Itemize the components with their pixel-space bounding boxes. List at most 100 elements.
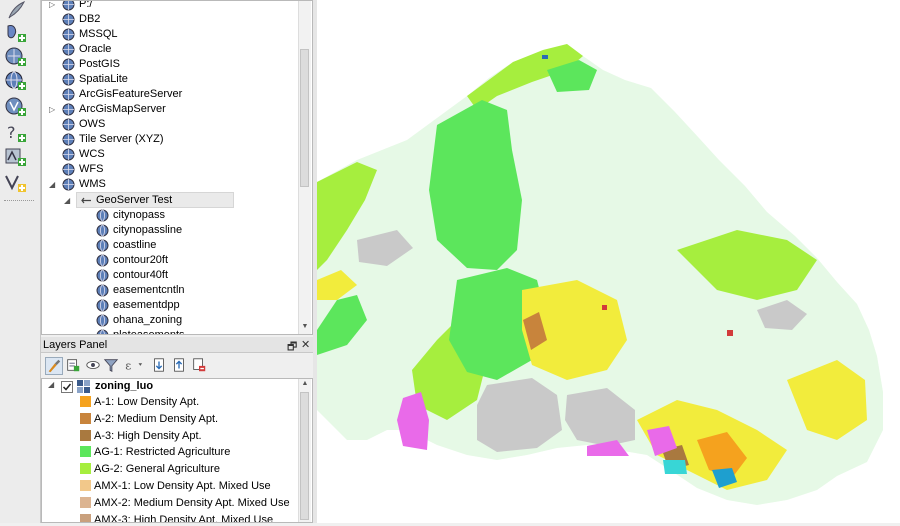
globe-icon (62, 133, 75, 146)
browser-item-label: WFS (79, 163, 104, 175)
add-group-button[interactable] (65, 357, 83, 375)
wms-globe-icon (96, 314, 109, 327)
legend-label: AMX-3: High Density Apt. Mixed Use (94, 513, 274, 523)
ows-icon (62, 118, 75, 131)
layer-name[interactable]: zoning_luo (95, 380, 153, 392)
browser-item-label: WMS (79, 178, 106, 190)
add-wfs-layer-button[interactable] (4, 96, 34, 120)
feather-icon (8, 1, 26, 19)
legend-label: A-1: Low Density Apt. (94, 396, 200, 408)
layers-panel-title: Layers Panel (43, 339, 108, 351)
legend-swatch (80, 463, 91, 475)
paintbrush-icon (48, 359, 61, 373)
legend-swatch (80, 446, 91, 458)
mssql-icon (62, 28, 75, 41)
legend-swatch (80, 412, 91, 424)
add-virtual-layer-button[interactable]: ? (4, 122, 34, 146)
wms-layer-label: easementdpp (113, 299, 180, 311)
legend-label: AG-1: Restricted Agriculture (94, 446, 231, 459)
wms-globe-icon (96, 329, 109, 334)
layers-tree: ◢ zoning_luo A-1: Low Density Apt. A-2: M… (41, 378, 313, 523)
wms-globe-icon (96, 239, 109, 252)
map-canvas[interactable] (317, 0, 900, 523)
filter-expression-button[interactable]: ε (123, 357, 149, 375)
layer-visibility-checkbox[interactable] (61, 381, 73, 393)
layers-group-icon (67, 359, 80, 372)
browser-item-label: Tile Server (XYZ) (79, 133, 164, 145)
toolbar-separator (4, 200, 34, 201)
tree-expander-icon[interactable]: ◢ (49, 177, 57, 192)
browser-item-label: Oracle (79, 43, 112, 55)
browser-panel: ▷ P:/ DB2 MSSQL Oracle PostGIS SpatiaLite ArcGi… (41, 0, 313, 335)
postgis-icon (62, 58, 75, 71)
add-postgis-layer-button[interactable] (4, 46, 34, 70)
remove-layer-icon (193, 358, 206, 372)
browser-item-label: ArcGisMapServer (79, 103, 166, 115)
layer-expander-icon[interactable]: ◢ (48, 380, 54, 389)
eye-icon (86, 361, 100, 369)
browser-item-label: ArcGisFeatureServer (79, 88, 183, 100)
browser-item-label: MSSQL (79, 28, 118, 40)
wfs-plus-icon (5, 97, 26, 116)
add-delimited-text-button[interactable] (4, 0, 34, 24)
spatialite-plus-icon (7, 25, 26, 42)
collapse-all-icon (174, 358, 184, 372)
layers-scroll-thumb[interactable] (300, 392, 309, 520)
filter-legend-button[interactable] (103, 357, 121, 375)
remove-layer-button[interactable] (191, 357, 209, 375)
expand-all-button[interactable] (151, 357, 169, 375)
filter-funnel-icon (103, 359, 119, 372)
wms-globe-icon (96, 269, 109, 282)
wms-layer-label: citynopass (113, 209, 165, 221)
oahu-zoning-map[interactable] (317, 0, 900, 523)
polygon-layer-icon (77, 380, 90, 396)
wms-layer-label: citynopassline (113, 224, 183, 236)
browser-item-label: P:/ (79, 0, 93, 10)
browser-item-label: OWS (79, 118, 106, 130)
wcs-icon (62, 148, 75, 161)
map-island (317, 44, 883, 505)
wms-globe-icon (96, 209, 109, 222)
browser-item-label: WCS (79, 148, 105, 160)
layer-styling-button[interactable] (45, 357, 63, 375)
legend-swatch (80, 396, 91, 407)
collapse-all-button[interactable] (171, 357, 189, 375)
layers-scrollbar[interactable]: ▲ (298, 379, 311, 522)
add-vector-tile-button[interactable] (4, 146, 34, 170)
wfs-icon (62, 163, 75, 176)
data-source-toolbar: ? (0, 0, 41, 523)
new-shapefile-layer-button[interactable] (4, 172, 34, 196)
wms-globe-icon (96, 299, 109, 312)
wms-globe-icon (96, 284, 109, 297)
wms-layer-label: ohana_zoning (113, 314, 183, 326)
add-wms-layer-button[interactable] (4, 70, 34, 94)
wms-layer-label: contour40ft (113, 269, 169, 281)
wms-layer-label: plateasements (113, 329, 185, 335)
postgis-plus-icon (5, 47, 26, 66)
tree-expander-icon[interactable]: ▷ (49, 102, 57, 117)
scroll-down-arrow-icon[interactable]: ▼ (299, 323, 311, 330)
db2-icon (62, 13, 75, 26)
legend-label: AMX-2: Medium Density Apt. Mixed Use (94, 496, 290, 509)
manage-visibility-button[interactable] (85, 357, 103, 375)
browser-item-label: GeoServer Test (96, 194, 173, 206)
legend-swatch (80, 429, 91, 441)
tree-expander-icon[interactable]: ▷ (49, 1, 57, 12)
legend-label: AG-2: General Agriculture (94, 463, 220, 476)
add-spatialite-layer-button[interactable] (4, 22, 34, 46)
close-panel-icon[interactable]: ✕ (301, 338, 310, 351)
folder-icon (62, 1, 75, 11)
browser-item-label: DB2 (79, 13, 101, 25)
arcgis-feature-icon (62, 88, 75, 101)
arcgis-map-icon (62, 103, 75, 116)
scroll-up-arrow-icon[interactable]: ▲ (299, 380, 311, 387)
legend-swatch (80, 496, 91, 508)
browser-scrollbar[interactable]: ▼ (298, 1, 311, 334)
legend-label: A-2: Medium Density Apt. (94, 412, 219, 425)
wms-globe-plus-icon (5, 71, 26, 90)
legend-label: A-3: High Density Apt. (94, 429, 202, 442)
tree-expander-icon[interactable]: ◢ (64, 193, 72, 208)
browser-scroll-thumb[interactable] (300, 49, 309, 187)
legend-swatch (80, 513, 91, 522)
svg-text:?: ? (7, 123, 16, 142)
